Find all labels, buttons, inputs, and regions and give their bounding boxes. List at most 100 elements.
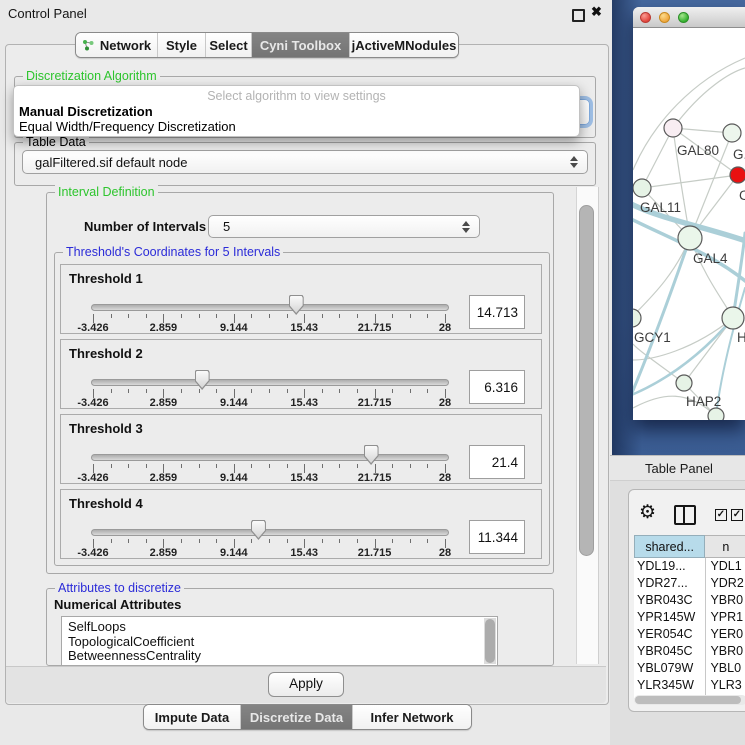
network-window-titlebar[interactable] xyxy=(633,7,745,28)
slider-track[interactable] xyxy=(91,304,449,311)
tab-style[interactable]: Style xyxy=(158,33,206,57)
panel-scrollbar-thumb[interactable] xyxy=(579,205,594,556)
axis-tick-label: 9.144 xyxy=(220,472,248,484)
name-cell[interactable]: YBR0 xyxy=(706,592,745,609)
table-row[interactable]: YBR045CYBR0 xyxy=(634,643,745,660)
slider-axis-labels: -3.4262.8599.14415.4321.71528 xyxy=(93,397,445,409)
attributes-group-label: Attributes to discretize xyxy=(55,581,184,595)
threshold-panel: Threshold 2 -3.4262.8599.14415.4321.71528 xyxy=(60,339,542,409)
network-node[interactable] xyxy=(633,309,641,327)
table-data-combobox[interactable]: galFiltered.sif default node xyxy=(22,150,588,174)
slider-thumb[interactable] xyxy=(364,445,379,465)
tab-discretize-data[interactable]: Discretize Data xyxy=(241,705,353,729)
list-scrollbar-thumb[interactable] xyxy=(485,619,495,663)
table-horizontal-scrollbar-thumb[interactable] xyxy=(635,696,741,704)
table-row[interactable]: YBR043CYBR0 xyxy=(634,592,745,609)
name-cell[interactable]: YER0 xyxy=(706,626,745,643)
list-scrollbar[interactable] xyxy=(484,618,496,664)
network-node[interactable] xyxy=(633,179,651,197)
tab-impute-data[interactable]: Impute Data xyxy=(144,705,241,729)
threshold-value-input[interactable] xyxy=(469,295,525,329)
threshold-value-input[interactable] xyxy=(469,370,525,404)
table-row[interactable]: YLR345WYLR3 xyxy=(634,677,745,694)
threshold-value-input[interactable] xyxy=(469,520,525,554)
threshold-value-input[interactable] xyxy=(469,445,525,479)
algorithm-option-manual[interactable]: Manual Discretization xyxy=(17,104,153,119)
attribute-list-item[interactable]: BetweennessCentrality xyxy=(62,649,497,664)
slider-thumb[interactable] xyxy=(195,370,210,390)
axis-tick-label: -3.426 xyxy=(77,397,108,409)
network-node[interactable] xyxy=(708,408,724,420)
slider-track[interactable] xyxy=(91,379,449,386)
tab-jactivemnodules[interactable]: jActiveMNodules xyxy=(350,33,458,57)
name-cell[interactable]: YPR1 xyxy=(706,609,745,626)
name-cell[interactable]: YLR3 xyxy=(706,677,745,694)
column-header-shared-name[interactable]: shared... xyxy=(634,535,705,558)
slider-track[interactable] xyxy=(91,529,449,536)
shared-name-cell[interactable]: YDR27... xyxy=(634,575,706,592)
tab-select[interactable]: Select xyxy=(206,33,252,57)
threshold-panel: Threshold 4-3.4262.8599.14415.4321.71528 xyxy=(60,489,542,559)
attribute-list-item[interactable]: TopologicalCoefficient xyxy=(62,635,497,650)
network-node[interactable] xyxy=(723,124,741,142)
close-traffic-icon[interactable] xyxy=(640,12,651,23)
network-canvas[interactable]: GAL80G.CGAL11GAL4GCY1HHAP2 xyxy=(633,28,745,420)
table-horizontal-scrollbar[interactable] xyxy=(634,695,745,705)
axis-tick-label: 28 xyxy=(439,322,451,334)
tab-label: Network xyxy=(100,38,151,53)
attribute-list-item[interactable]: SelfLoops xyxy=(62,617,497,635)
network-node[interactable] xyxy=(676,375,692,391)
table-row[interactable]: YER054CYER0 xyxy=(634,626,745,643)
name-cell[interactable]: YBR0 xyxy=(706,643,745,660)
table-row[interactable]: YPR145WYPR1 xyxy=(634,609,745,626)
axis-tick-label: 2.859 xyxy=(150,397,178,409)
network-node[interactable] xyxy=(664,119,682,137)
network-node[interactable] xyxy=(730,167,745,183)
table-row[interactable]: YBL079WYBL0 xyxy=(634,660,745,677)
table-row[interactable]: YDR27...YDR2 xyxy=(634,575,745,592)
zoom-traffic-icon[interactable] xyxy=(678,12,689,23)
checkbox-icon[interactable]: ✓ xyxy=(715,509,727,521)
discretization-algorithm-label: Discretization Algorithm xyxy=(23,69,160,83)
name-cell[interactable]: YDL1 xyxy=(706,558,745,575)
shared-name-cell[interactable]: YBR045C xyxy=(634,643,706,660)
table-data-label: Table Data xyxy=(23,135,89,149)
shared-name-cell[interactable]: YLR345W xyxy=(634,677,706,694)
threshold-label: Threshold 2 xyxy=(69,346,143,361)
tab-cyni-toolbox[interactable]: Cyni Toolbox xyxy=(252,33,350,57)
axis-tick-label: 28 xyxy=(439,397,451,409)
slider-track[interactable] xyxy=(91,454,449,461)
shared-name-cell[interactable]: YPR145W xyxy=(634,609,706,626)
node-label: HAP2 xyxy=(686,394,721,409)
minimize-traffic-icon[interactable] xyxy=(659,12,670,23)
axis-tick-label: 15.43 xyxy=(290,472,318,484)
split-columns-icon[interactable] xyxy=(674,505,696,525)
combo-stepper-icon xyxy=(570,156,578,168)
name-cell[interactable]: YBL0 xyxy=(706,660,745,677)
gear-icon[interactable]: ⚙ xyxy=(639,503,656,522)
column-header-name[interactable]: n xyxy=(705,535,745,558)
number-of-intervals-label: Number of Intervals xyxy=(84,219,206,234)
tab-network[interactable]: Network xyxy=(76,33,158,57)
shared-name-cell[interactable]: YBR043C xyxy=(634,592,706,609)
apply-button[interactable]: Apply xyxy=(268,672,344,697)
table-panel-titlebar: Table Panel xyxy=(610,455,745,481)
algorithm-option-equal-width[interactable]: Equal Width/Frequency Discretization xyxy=(17,119,236,134)
network-node[interactable] xyxy=(722,307,744,329)
float-window-icon[interactable] xyxy=(572,9,585,22)
interval-definition-label: Interval Definition xyxy=(55,185,158,199)
name-cell[interactable]: YDR2 xyxy=(706,575,745,592)
close-icon[interactable]: ✖ xyxy=(591,4,602,20)
slider-thumb[interactable] xyxy=(289,295,304,315)
network-node[interactable] xyxy=(678,226,702,250)
table-row[interactable]: YDL19...YDL1 xyxy=(634,558,745,575)
shared-name-cell[interactable]: YER054C xyxy=(634,626,706,643)
axis-tick-label: 2.859 xyxy=(150,472,178,484)
slider-thumb[interactable] xyxy=(251,520,266,540)
number-of-intervals-combobox[interactable]: 5 xyxy=(208,215,480,238)
slider-axis-labels: -3.4262.8599.14415.4321.71528 xyxy=(93,547,445,559)
checkbox-icon[interactable]: ✓ xyxy=(731,509,743,521)
tab-infer-network[interactable]: Infer Network xyxy=(353,705,471,729)
shared-name-cell[interactable]: YBL079W xyxy=(634,660,706,677)
shared-name-cell[interactable]: YDL19... xyxy=(634,558,706,575)
